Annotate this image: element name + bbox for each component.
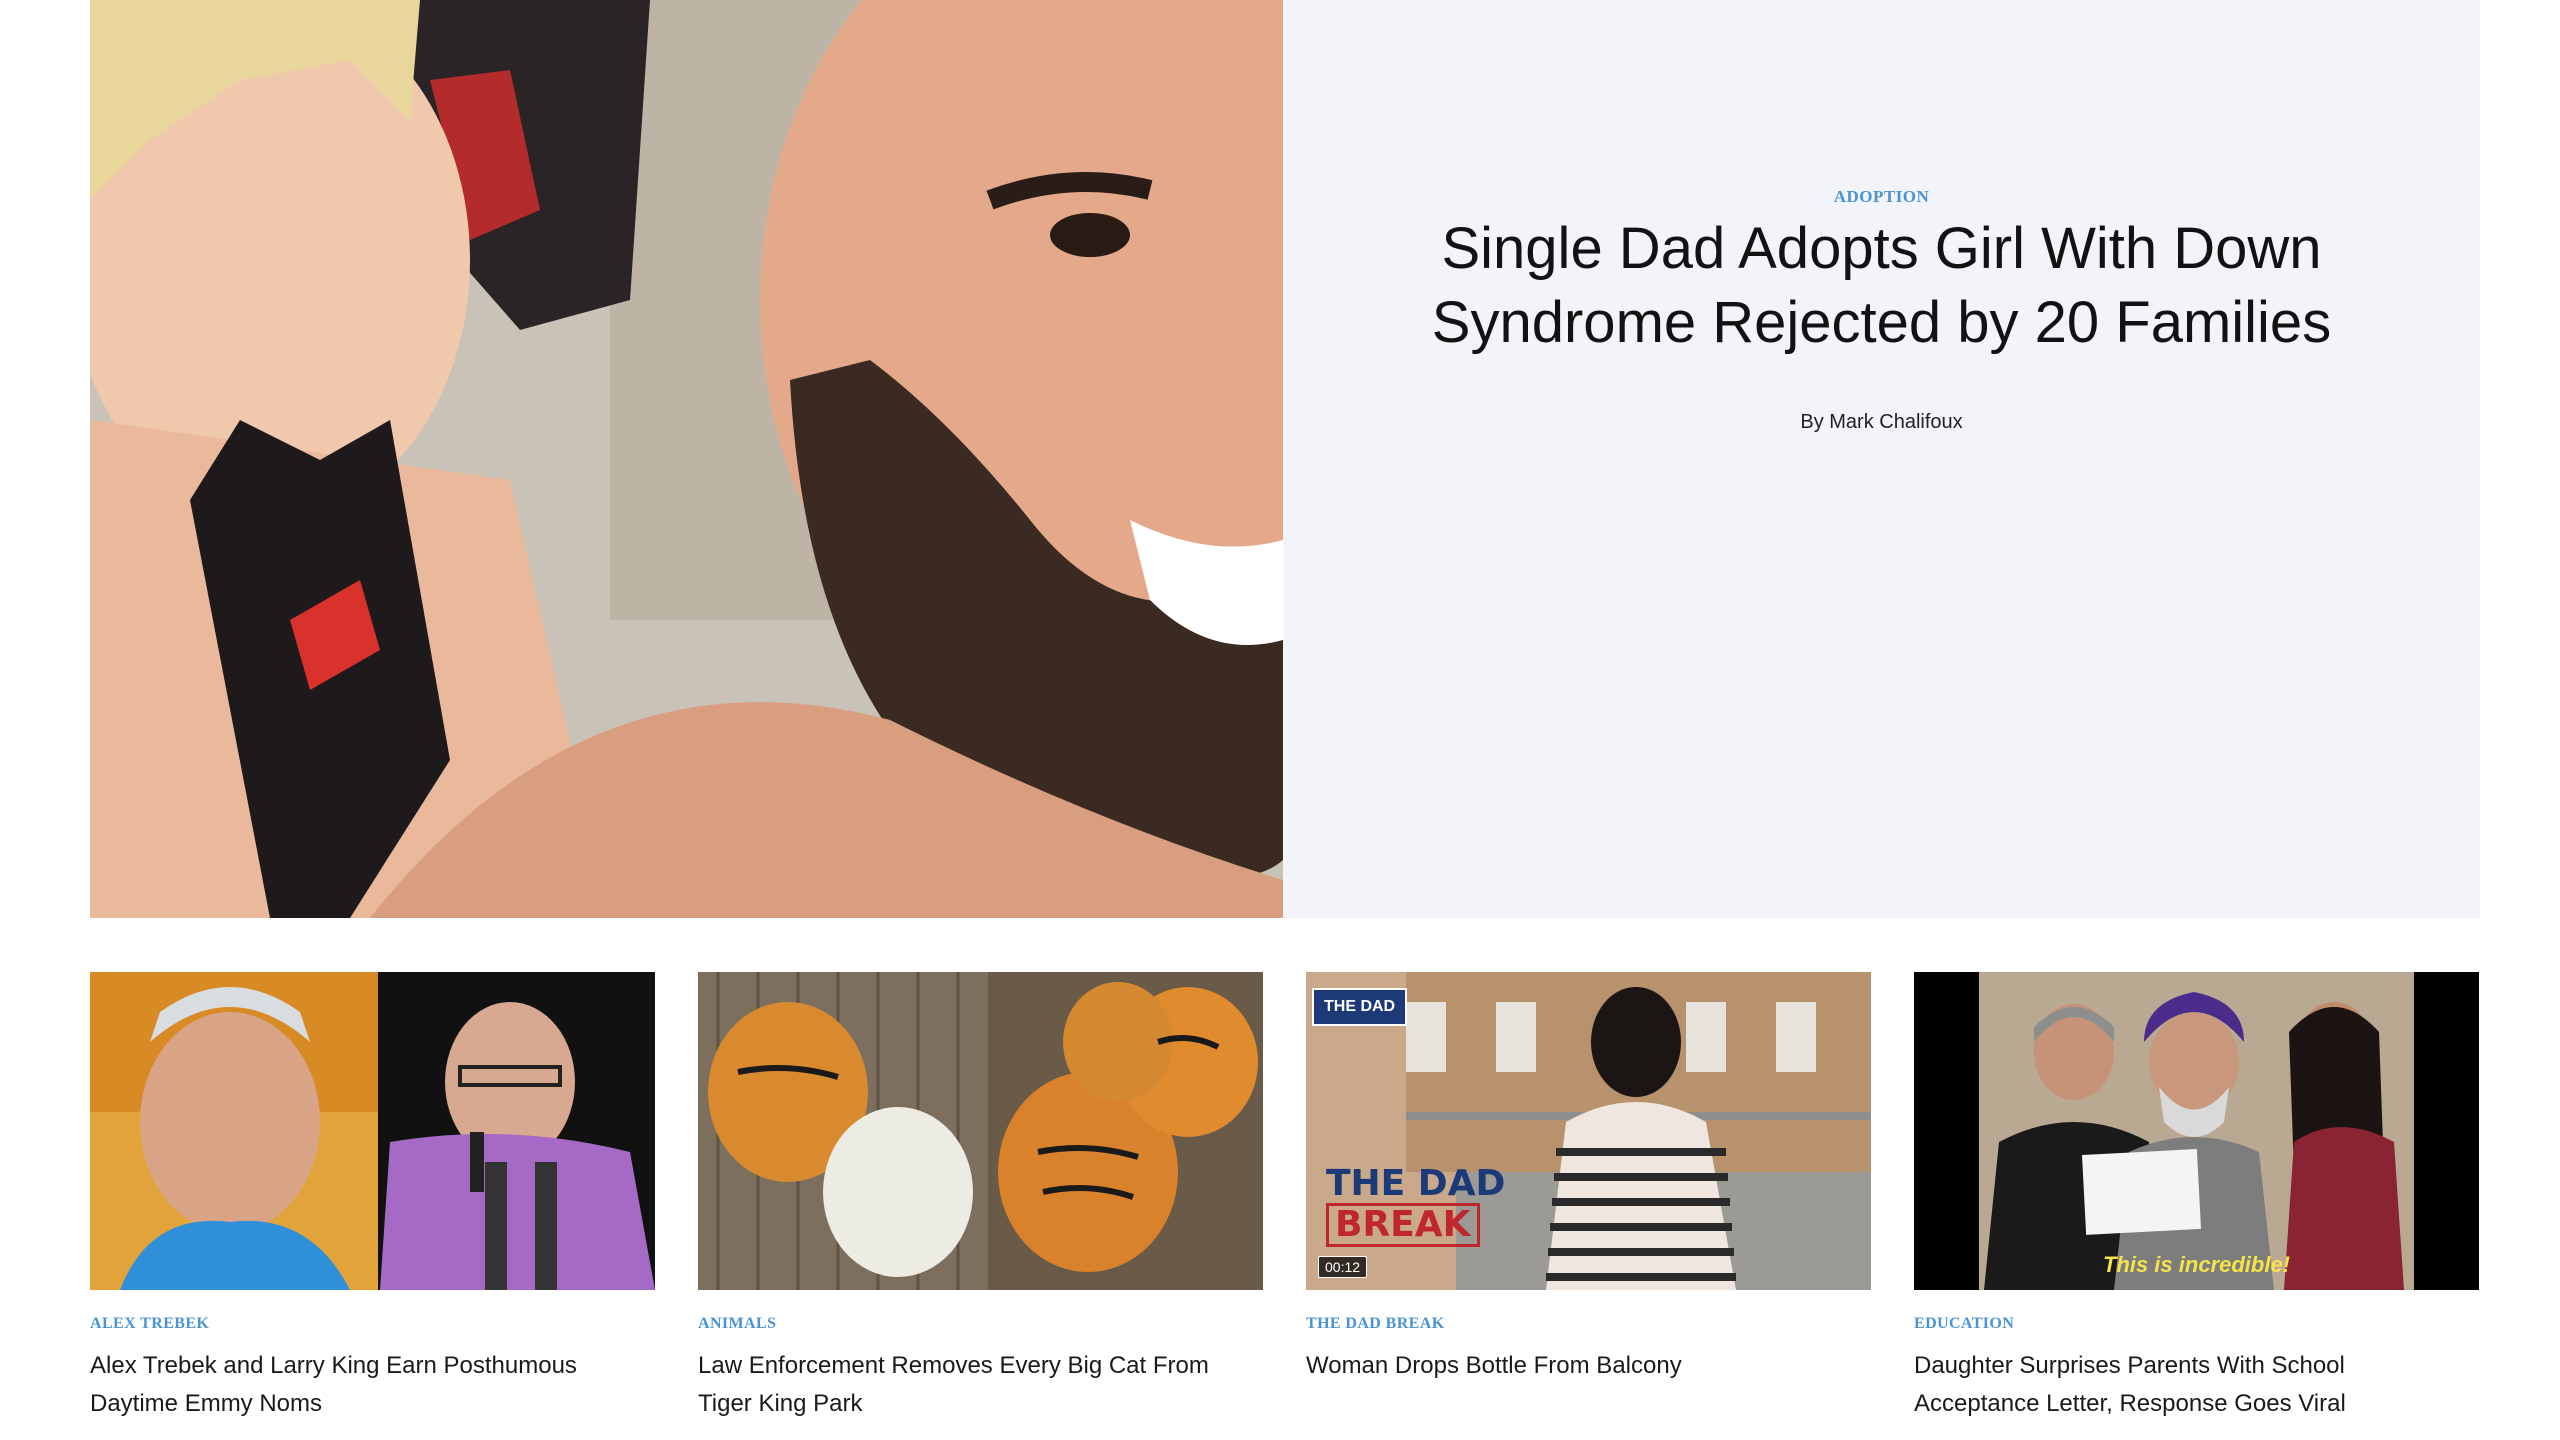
- dad-break-logo: THE DAD BREAK: [1326, 1165, 1505, 1250]
- card-headline-link[interactable]: Woman Drops Bottle From Balcony: [1306, 1347, 1871, 1385]
- hero-byline: By Mark Chalifoux: [1800, 411, 1963, 433]
- card-headline-link[interactable]: Daughter Surprises Parents With School A…: [1914, 1347, 2479, 1423]
- video-caption: This is incredible!: [2102, 1252, 2291, 1277]
- logo-line: THE DAD: [1326, 1163, 1506, 1204]
- card-category-link[interactable]: EDUCATION: [1914, 1315, 2479, 1335]
- card-image[interactable]: This is incredible!: [1914, 972, 2479, 1290]
- hero-text-panel: ADOPTION Single Dad Adopts Girl With Dow…: [1283, 0, 2480, 918]
- article-card[interactable]: THE DAD THE DAD BREAK 00:12 THE DAD BREA…: [1306, 972, 1871, 1423]
- card-category-link[interactable]: ANIMALS: [698, 1315, 1263, 1335]
- hero-image[interactable]: [90, 0, 1283, 918]
- card-image[interactable]: THE DAD THE DAD BREAK 00:12: [1306, 972, 1871, 1290]
- card-headline-link[interactable]: Law Enforcement Removes Every Big Cat Fr…: [698, 1347, 1263, 1423]
- article-card[interactable]: This is incredible! EDUCATION Daughter S…: [1914, 972, 2479, 1423]
- hero-category-link[interactable]: ADOPTION: [1283, 187, 2480, 207]
- video-duration-badge: 00:12: [1318, 1256, 1368, 1278]
- card-image[interactable]: [90, 972, 655, 1290]
- card-photo: [698, 972, 1263, 1290]
- card-photo: [1914, 972, 2479, 1290]
- article-card-grid: ALEX TREBEK Alex Trebek and Larry King E…: [90, 972, 2480, 1423]
- card-category-link[interactable]: ALEX TREBEK: [90, 1315, 655, 1335]
- card-image[interactable]: [698, 972, 1263, 1290]
- card-category-link[interactable]: THE DAD BREAK: [1306, 1315, 1871, 1335]
- card-photo: [90, 972, 655, 1290]
- article-card[interactable]: ALEX TREBEK Alex Trebek and Larry King E…: [90, 972, 655, 1423]
- card-headline-link[interactable]: Alex Trebek and Larry King Earn Posthumo…: [90, 1347, 655, 1423]
- dad-break-badge: THE DAD: [1312, 988, 1408, 1026]
- hero-headline-link[interactable]: Single Dad Adopts Girl With Down Syndrom…: [1403, 212, 2360, 360]
- logo-line: BREAK: [1326, 1203, 1480, 1247]
- hero-article[interactable]: ADOPTION Single Dad Adopts Girl With Dow…: [90, 0, 2480, 918]
- article-card[interactable]: ANIMALS Law Enforcement Removes Every Bi…: [698, 972, 1263, 1423]
- hero-photo: [90, 0, 1283, 918]
